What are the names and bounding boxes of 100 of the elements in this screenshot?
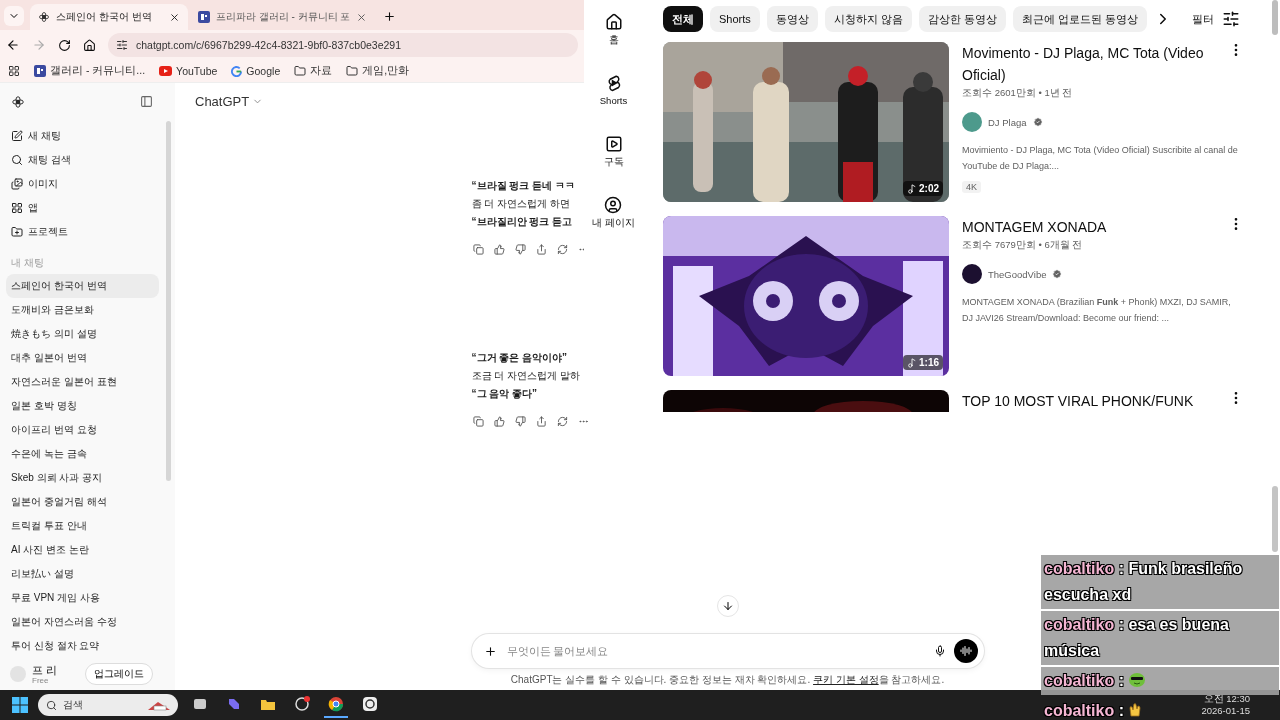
copy-icon[interactable]	[472, 415, 484, 427]
address-field[interactable]: chatgpt.com/c/6967b299-42c4-8321-9bf0-837cb0e3e291	[108, 33, 578, 57]
sidebar-nav-item[interactable]: 앱	[0, 196, 175, 220]
message-text: “그 음악 좋다”	[471, 387, 538, 401]
share-icon[interactable]	[535, 415, 547, 427]
subscriptions-icon	[604, 135, 623, 153]
browser-tab[interactable]: 스페인어 한국어 번역	[30, 4, 188, 30]
url-text: chatgpt.com/c/6967b299-42c4-8321-9bf0-837cb0e3e291	[136, 39, 402, 51]
video-title[interactable]: TOP 10 MOST VIRAL PHONK/FUNK	[962, 390, 1194, 412]
chat-history-item[interactable]: 무료 VPN 게임 사용	[6, 586, 159, 610]
chat-history-item[interactable]: 아이프리 번역 요청	[6, 418, 159, 442]
share-icon[interactable]	[535, 243, 547, 255]
browser-tab[interactable]: 프리파라 갤러리 - 커뮤니티 포	[190, 4, 376, 30]
model-selector[interactable]: ChatGPT	[195, 94, 264, 109]
chat-history-item[interactable]: 焼きもち 의미 설명	[6, 322, 159, 346]
chat-history-item[interactable]: AI 사진 변조 논란	[6, 538, 159, 562]
message-input[interactable]: 무엇이든 물어보세요	[504, 644, 926, 658]
chat-history-item[interactable]: 일본어 중얼거림 해석	[6, 490, 159, 514]
scroll-down-button[interactable]	[716, 595, 739, 617]
chat-message-text: cobaltiko :	[1044, 702, 1124, 719]
taskbar-search-field[interactable]: 검색	[38, 694, 178, 716]
nav-rail-item[interactable]: 내 페이지	[592, 196, 635, 238]
home-icon[interactable]	[83, 38, 96, 52]
copy-icon[interactable]	[472, 243, 484, 255]
sidebar-toggle-icon[interactable]	[140, 95, 153, 108]
channel-name[interactable]: DJ Plaga	[988, 116, 1027, 128]
grid-icon	[11, 202, 23, 214]
chat-history-item[interactable]: 대추 일본어 번역	[6, 346, 159, 370]
refresh-icon[interactable]	[556, 243, 568, 255]
message-text: “브라질리안 펑크 듣고	[471, 215, 573, 229]
tab-list-button[interactable]	[4, 6, 24, 26]
chat-history-item[interactable]: Skeb 의뢰 사과 공지	[6, 466, 159, 490]
play-logo-icon	[159, 66, 173, 76]
chat-message-text: cobaltiko :	[1044, 672, 1124, 689]
sidebar-nav-item[interactable]: 이미지	[0, 172, 175, 196]
filter-chip[interactable]: 시청하지 않음	[824, 6, 912, 32]
chat-history-item[interactable]: 일본 호박 명칭	[6, 394, 159, 418]
folder-icon	[346, 65, 359, 77]
bookmark-link[interactable]: 자료	[294, 64, 333, 78]
arrow-down-icon	[721, 600, 734, 612]
g-logo-icon	[231, 65, 243, 77]
message-text: “그거 좋은 음악이야”	[471, 351, 568, 365]
upgrade-button[interactable]: 업그레이드	[85, 663, 153, 685]
filter-button[interactable]: 필터	[1192, 10, 1240, 28]
filter-chip[interactable]: 감상한 동영상	[918, 6, 1006, 32]
cookie-settings-link[interactable]: 쿠키 기본 설정	[813, 674, 879, 685]
chat-history-item[interactable]: 투어 신청 절차 요약	[6, 634, 159, 658]
nav-rail-item[interactable]: Shorts	[599, 74, 628, 116]
chat-history-item[interactable]: 리보払い 설명	[6, 562, 159, 586]
message-text: 조금 더 자연스럽게 말하	[471, 369, 580, 383]
sliders-icon	[1222, 10, 1240, 28]
close-icon[interactable]	[356, 11, 368, 23]
site-info-icon[interactable]	[116, 39, 128, 51]
reload-icon[interactable]	[58, 38, 71, 52]
bookmark-link[interactable]: YouTube	[159, 65, 218, 77]
chat-history-item[interactable]: 수은에 녹는 금속	[6, 442, 159, 466]
chat-message: cobaltiko : esa es buena música	[1041, 611, 1279, 665]
video-title[interactable]: MONTAGEM XONADA	[962, 216, 1107, 238]
nav-rail-item[interactable]: 구독	[603, 135, 624, 177]
voice-button[interactable]	[953, 639, 978, 663]
bookmark-link[interactable]: 게임,만화	[346, 64, 410, 78]
music-note-icon	[907, 357, 917, 368]
nav-rail-item[interactable]: 홈	[604, 13, 623, 55]
new-tab-button[interactable]	[383, 10, 397, 23]
filter-chip[interactable]: 최근에 업로드된 동영상	[1012, 6, 1148, 32]
thumbs-down-icon[interactable]	[514, 415, 526, 427]
user-name: 프 리	[32, 663, 57, 676]
chat-history-item[interactable]: 스페인어 한국어 번역	[6, 274, 159, 298]
filter-chip[interactable]: Shorts	[710, 6, 760, 32]
thumbs-down-icon[interactable]	[514, 243, 526, 255]
thumbs-up-icon[interactable]	[493, 243, 505, 255]
plus-icon[interactable]	[483, 644, 497, 658]
sidebar-nav-item[interactable]: 채팅 검색	[0, 148, 175, 172]
sidebar-nav-item[interactable]: 프로젝트	[0, 220, 175, 244]
mic-icon[interactable]	[933, 645, 946, 657]
start-icon[interactable]	[12, 697, 28, 713]
folder-plus-icon	[11, 226, 23, 238]
sidebar-nav-item[interactable]: 새 채팅	[0, 124, 175, 148]
scrollbar	[1272, 486, 1278, 552]
refresh-icon[interactable]	[556, 415, 568, 427]
apps-icon[interactable]	[8, 65, 20, 77]
thumbs-up-icon[interactable]	[493, 415, 505, 427]
chat-history-item[interactable]: 트릭컬 투표 안내	[6, 514, 159, 538]
bookmark-link[interactable]: Google	[231, 65, 281, 77]
site-favicon-icon	[198, 11, 210, 23]
plus-icon	[383, 10, 397, 23]
knot-logo-icon	[38, 11, 50, 23]
video-title[interactable]: Movimento - DJ Plaga, MC Tota (Video Oficial)	[962, 42, 1204, 86]
channel-avatar	[962, 112, 982, 132]
close-icon[interactable]	[169, 11, 180, 23]
quality-badge: 4K	[962, 181, 981, 193]
filter-chip[interactable]: 동영상	[766, 6, 818, 32]
site-favicon-icon	[34, 65, 46, 77]
filter-chip[interactable]: 전체	[663, 6, 703, 32]
channel-name[interactable]: TheGoodVibe	[988, 268, 1047, 280]
chat-history-item[interactable]: 일본어 자연스러움 수정	[6, 610, 159, 634]
back-icon[interactable]	[6, 38, 20, 52]
chat-history-item[interactable]: 도깨비와 금은보화	[6, 298, 159, 322]
bookmark-link[interactable]: 갤러리 - 커뮤니티...	[34, 64, 146, 78]
chat-history-item[interactable]: 자연스러운 일본어 표현	[6, 370, 159, 394]
